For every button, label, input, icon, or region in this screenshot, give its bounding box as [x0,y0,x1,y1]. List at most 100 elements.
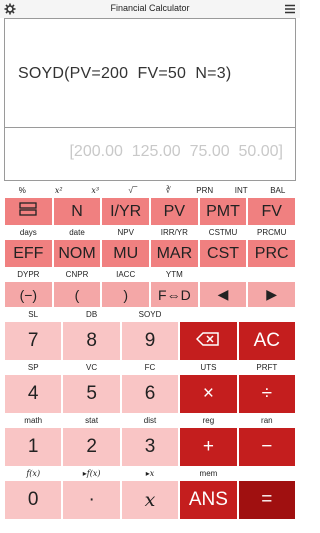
shift-label: reg [202,416,215,425]
keypad-row-6: math stat dist reg ran 1 2 3 + − [4,413,296,466]
all-clear-button[interactable]: AC [238,322,296,360]
keypad-row-1: % x² x³ √ ̅ ∛ PRN INT BAL N I/YR PV PMT … [4,183,296,225]
shift-labels-row-1: % x² x³ √ ̅ ∛ PRN INT BAL [4,183,296,198]
close-paren-button[interactable]: ) [102,282,150,307]
expression-text: SOYD(PV=200 FV=50 N=3) [18,65,232,82]
shift-label: YTM [165,270,183,279]
digit-0-button[interactable]: 0 [5,481,62,519]
shift-label: UTS [200,363,217,372]
prc-button[interactable]: PRC [248,240,296,267]
fv-button[interactable]: FV [248,198,296,225]
shift-label: PRN [196,186,214,195]
decimal-point-button[interactable]: · [63,481,120,519]
mar-button[interactable]: MAR [151,240,198,267]
pv-button[interactable]: PV [151,198,198,225]
shift-label [199,267,248,282]
plus-button[interactable]: + [180,428,237,466]
shift-label: mem [199,469,218,478]
keypad-row-4: SL DB SOYD 7 8 9 AC [4,307,296,360]
keypad: % x² x³ √ ̅ ∛ PRN INT BAL N I/YR PV PMT … [4,183,296,519]
shift-label [179,307,237,322]
shift-label: FC [144,363,156,372]
iyr-button[interactable]: I/YR [102,198,150,225]
digit-4-button[interactable]: 4 [5,375,62,413]
shift-labels-row-6: math stat dist reg ran [4,413,296,428]
shift-label: DB [86,310,98,319]
shift-label: ran [261,416,273,425]
shift-labels-row-5: SP VC FC UTS PRFT [4,360,296,375]
nom-button[interactable]: NOM [53,240,101,267]
shift-icon [19,202,37,221]
shift-label: IRR/YR [160,228,188,237]
backspace-button[interactable] [180,322,237,360]
cursor-right-button[interactable]: ▶ [248,282,296,307]
open-paren-button[interactable]: ( [53,282,101,307]
n-button[interactable]: N [53,198,101,225]
shift-label: PRCMU [257,228,287,237]
cursor-left-button[interactable]: ◀ [199,282,247,307]
shift-label: PRFT [256,363,278,372]
expression-display[interactable]: SOYD(PV=200 FV=50 N=3) [4,18,296,127]
shift-label [238,466,296,481]
equals-button[interactable]: = [238,481,296,519]
shift-label: x³ [91,186,100,195]
shift-label: ▸x [145,469,155,478]
shift-label: DYPR [17,270,40,279]
shift-label [247,267,296,282]
shift-label: ▸f(x) [82,469,101,478]
shift-label: √ ̅ [128,186,136,195]
shift-label: days [19,228,37,237]
variable-x-button[interactable]: x [121,481,179,519]
title-bar: Financial Calculator [0,0,300,18]
keypad-row-7: f(x) ▸f(x) ▸x mem 0 · x ANS = [4,466,296,519]
ans-button[interactable]: ANS [180,481,237,519]
shift-label: dist [143,416,157,425]
shift-label: % [18,186,26,195]
digit-6-button[interactable]: 6 [121,375,179,413]
shift-label: math [24,416,43,425]
cst-button[interactable]: CST [199,240,247,267]
keypad-row-2: days date NPV IRR/YR CSTMU PRCMU EFF NOM… [4,225,296,267]
digit-5-button[interactable]: 5 [63,375,120,413]
digit-2-button[interactable]: 2 [63,428,120,466]
negate-button[interactable]: (−) [5,282,52,307]
result-text: [200.00 125.00 75.00 50.00] [69,143,283,160]
minus-button[interactable]: − [238,428,296,466]
shift-label: ∛ [165,186,171,195]
shift-label: IACC [116,270,136,279]
menu-icon[interactable] [284,3,296,15]
shift-labels-row-7: f(x) ▸f(x) ▸x mem [4,466,296,481]
mu-button[interactable]: MU [102,240,150,267]
fraction-decimal-button[interactable]: F⇔D [151,282,198,307]
app-title: Financial Calculator [110,3,190,13]
divide-button[interactable]: ÷ [238,375,296,413]
shift-label: SP [27,363,39,372]
shift-label: date [69,228,85,237]
shift-labels-row-3: DYPR CNPR IACC YTM [4,267,296,282]
keypad-row-5: SP VC FC UTS PRFT 4 5 6 × ÷ [4,360,296,413]
backspace-icon [196,330,220,352]
digit-7-button[interactable]: 7 [5,322,62,360]
shift-label: SOYD [138,310,162,319]
digit-8-button[interactable]: 8 [63,322,120,360]
eff-button[interactable]: EFF [5,240,52,267]
shift-label: BAL [270,186,286,195]
shift-label: NPV [117,228,134,237]
digit-3-button[interactable]: 3 [121,428,179,466]
result-display: [200.00 125.00 75.00 50.00] [4,127,296,181]
shift-toggle-button[interactable] [5,198,52,225]
shift-label [238,307,296,322]
shift-label: SL [28,310,39,319]
shift-labels-row-2: days date NPV IRR/YR CSTMU PRCMU [4,225,296,240]
pmt-button[interactable]: PMT [199,198,247,225]
shift-label: VC [86,363,98,372]
shift-label: INT [234,186,248,195]
shift-label: x² [54,186,63,195]
digit-9-button[interactable]: 9 [121,322,179,360]
shift-label: CNPR [65,270,89,279]
shift-labels-row-4: SL DB SOYD [4,307,296,322]
multiply-button[interactable]: × [180,375,237,413]
keypad-row-3: DYPR CNPR IACC YTM (−) ( ) F⇔D ◀ ▶ [4,267,296,307]
digit-1-button[interactable]: 1 [5,428,62,466]
shift-label: stat [85,416,99,425]
